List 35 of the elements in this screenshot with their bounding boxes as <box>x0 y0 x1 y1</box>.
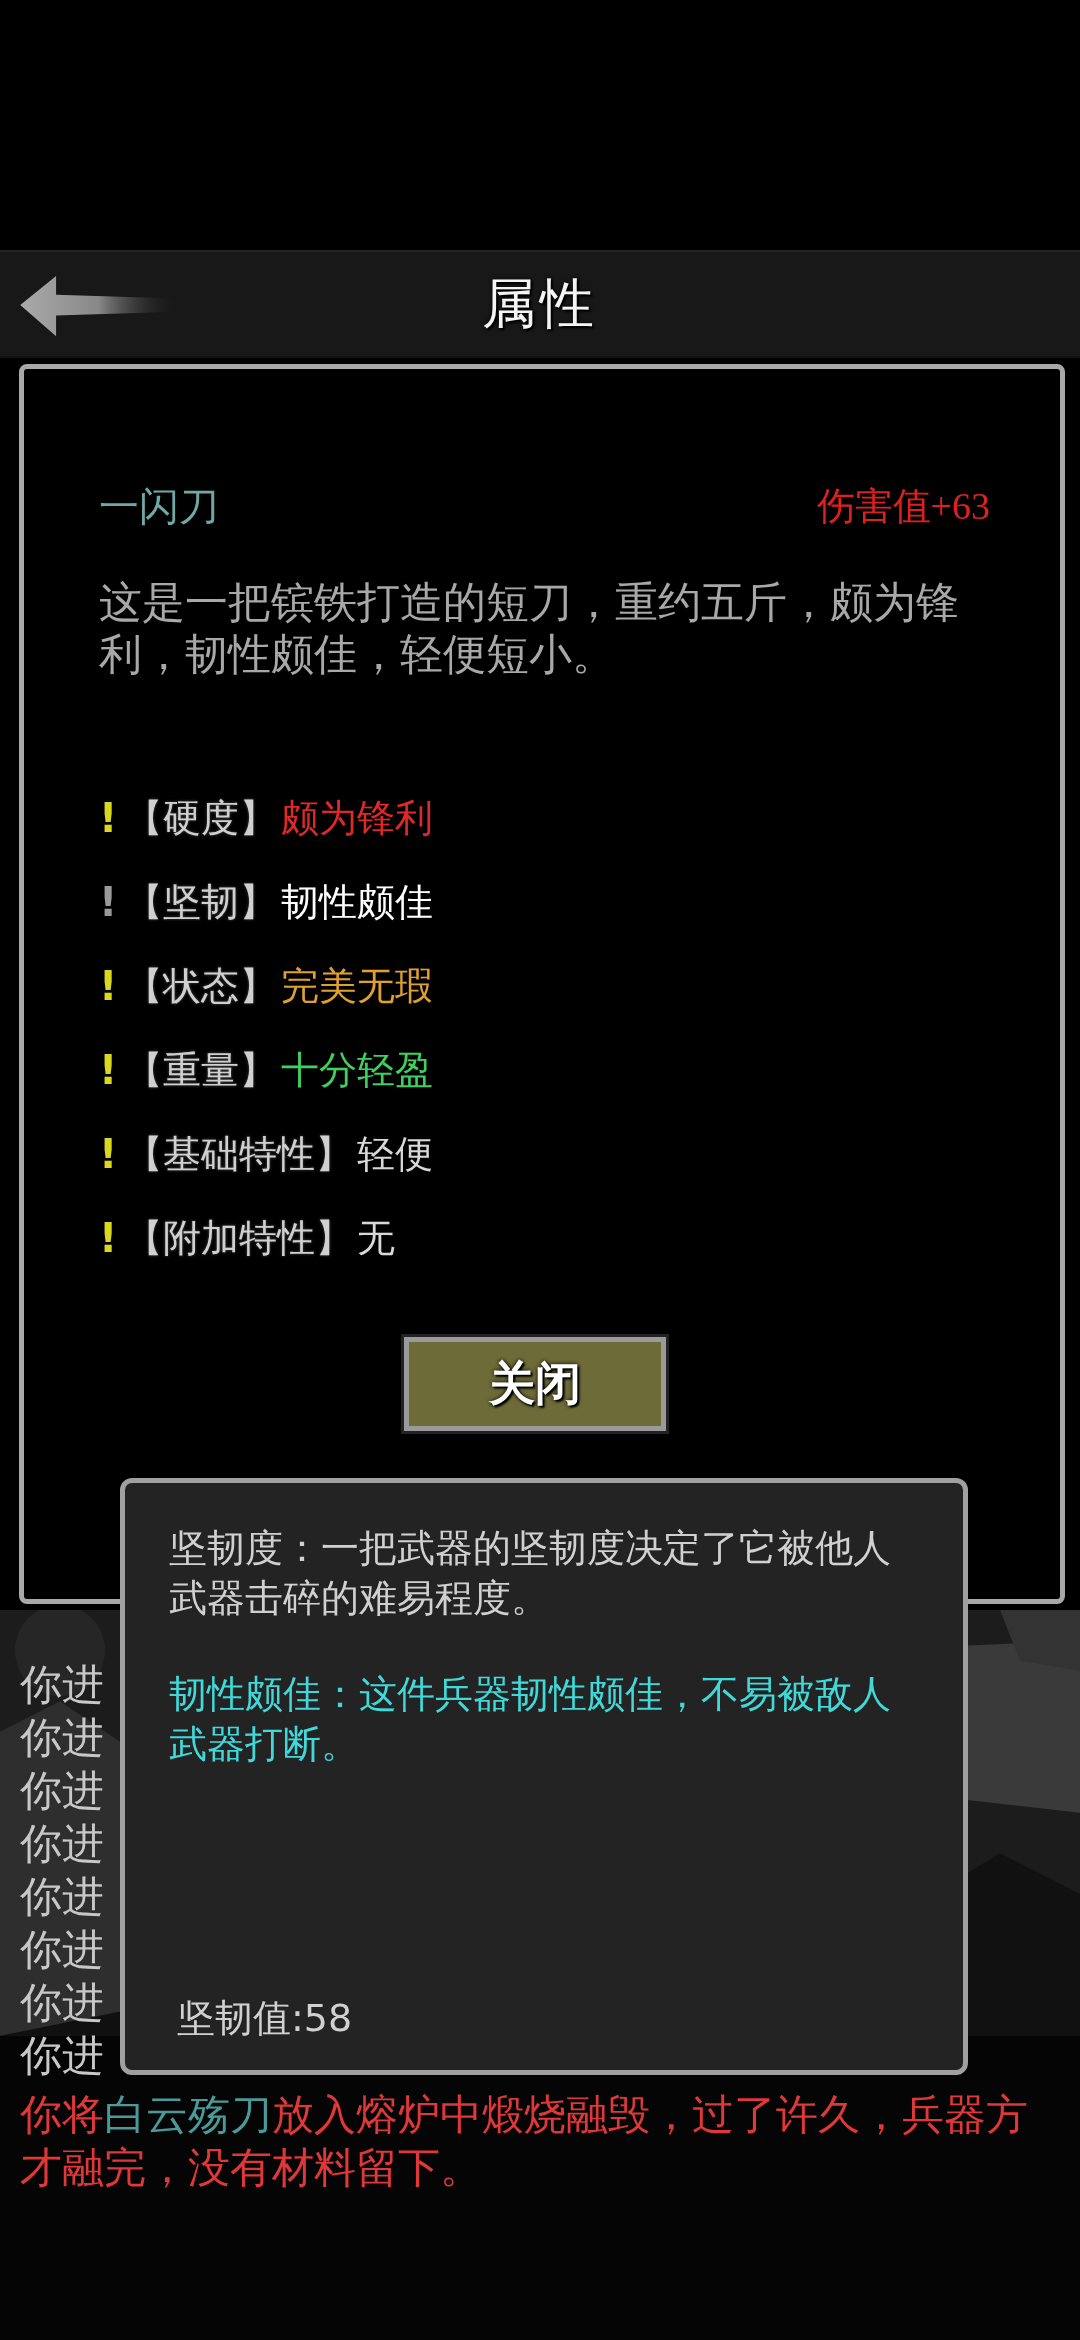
exclamation-icon: ! <box>99 963 125 1009</box>
attribute-label: 【状态】 <box>125 962 277 1010</box>
attribute-label: 【附加特性】 <box>125 1214 353 1262</box>
log-message: 你进 <box>20 1712 104 1764</box>
log-message: 你进 <box>20 1659 104 1711</box>
attribute-label: 【硬度】 <box>125 794 277 842</box>
log-message: 你进 <box>20 1871 104 1923</box>
log-message: 你进 <box>20 1977 104 2029</box>
exclamation-icon: ! <box>99 879 125 925</box>
attribute-label: 【坚韧】 <box>125 878 277 926</box>
exclamation-icon: ! <box>99 1047 125 1093</box>
item-description: 这是一把镔铁打造的短刀，重约五斤，颇为锋利，韧性颇佳，轻便短小。 <box>99 576 960 680</box>
attribute-value: 十分轻盈 <box>281 1046 433 1094</box>
exclamation-icon: ! <box>99 1215 125 1261</box>
attribute-label: 【重量】 <box>125 1046 277 1094</box>
log-message: 你进 <box>20 2030 104 2082</box>
exclamation-icon: ! <box>99 795 125 841</box>
tooltip-definition: 坚韧度：一把武器的坚韧度决定了它被他人武器击碎的难易程度。 <box>169 1525 892 1622</box>
log-message: 你进 <box>20 1765 104 1817</box>
attribute-value: 无 <box>357 1214 395 1262</box>
log-message: 你进 <box>20 1818 104 1870</box>
exclamation-icon: ! <box>99 1131 125 1177</box>
toughness-value: 坚韧值:58 <box>177 1995 354 2042</box>
close-button[interactable]: 关闭 <box>403 1337 666 1431</box>
log-message: 你将白云殇刀放入熔炉中煅烧融毁，过了许久，兵器方才融完，没有材料留下。 <box>20 2089 1029 2194</box>
attribute-value: 轻便 <box>357 1130 433 1178</box>
attribute-value: 韧性颇佳 <box>281 878 433 926</box>
page-title: 属性 <box>482 270 598 337</box>
damage-value: 伤害值+63 <box>816 484 990 529</box>
tooltip-detail: 韧性颇佳：这件兵器韧性颇佳，不易被敌人武器打断。 <box>169 1671 892 1768</box>
log-message: 你进 <box>20 1924 104 1976</box>
attribute-value: 完美无瑕 <box>281 962 433 1010</box>
attribute-label: 【基础特性】 <box>125 1130 353 1178</box>
attribute-value: 颇为锋利 <box>281 794 433 842</box>
item-name: 一闪刀 <box>99 482 219 531</box>
